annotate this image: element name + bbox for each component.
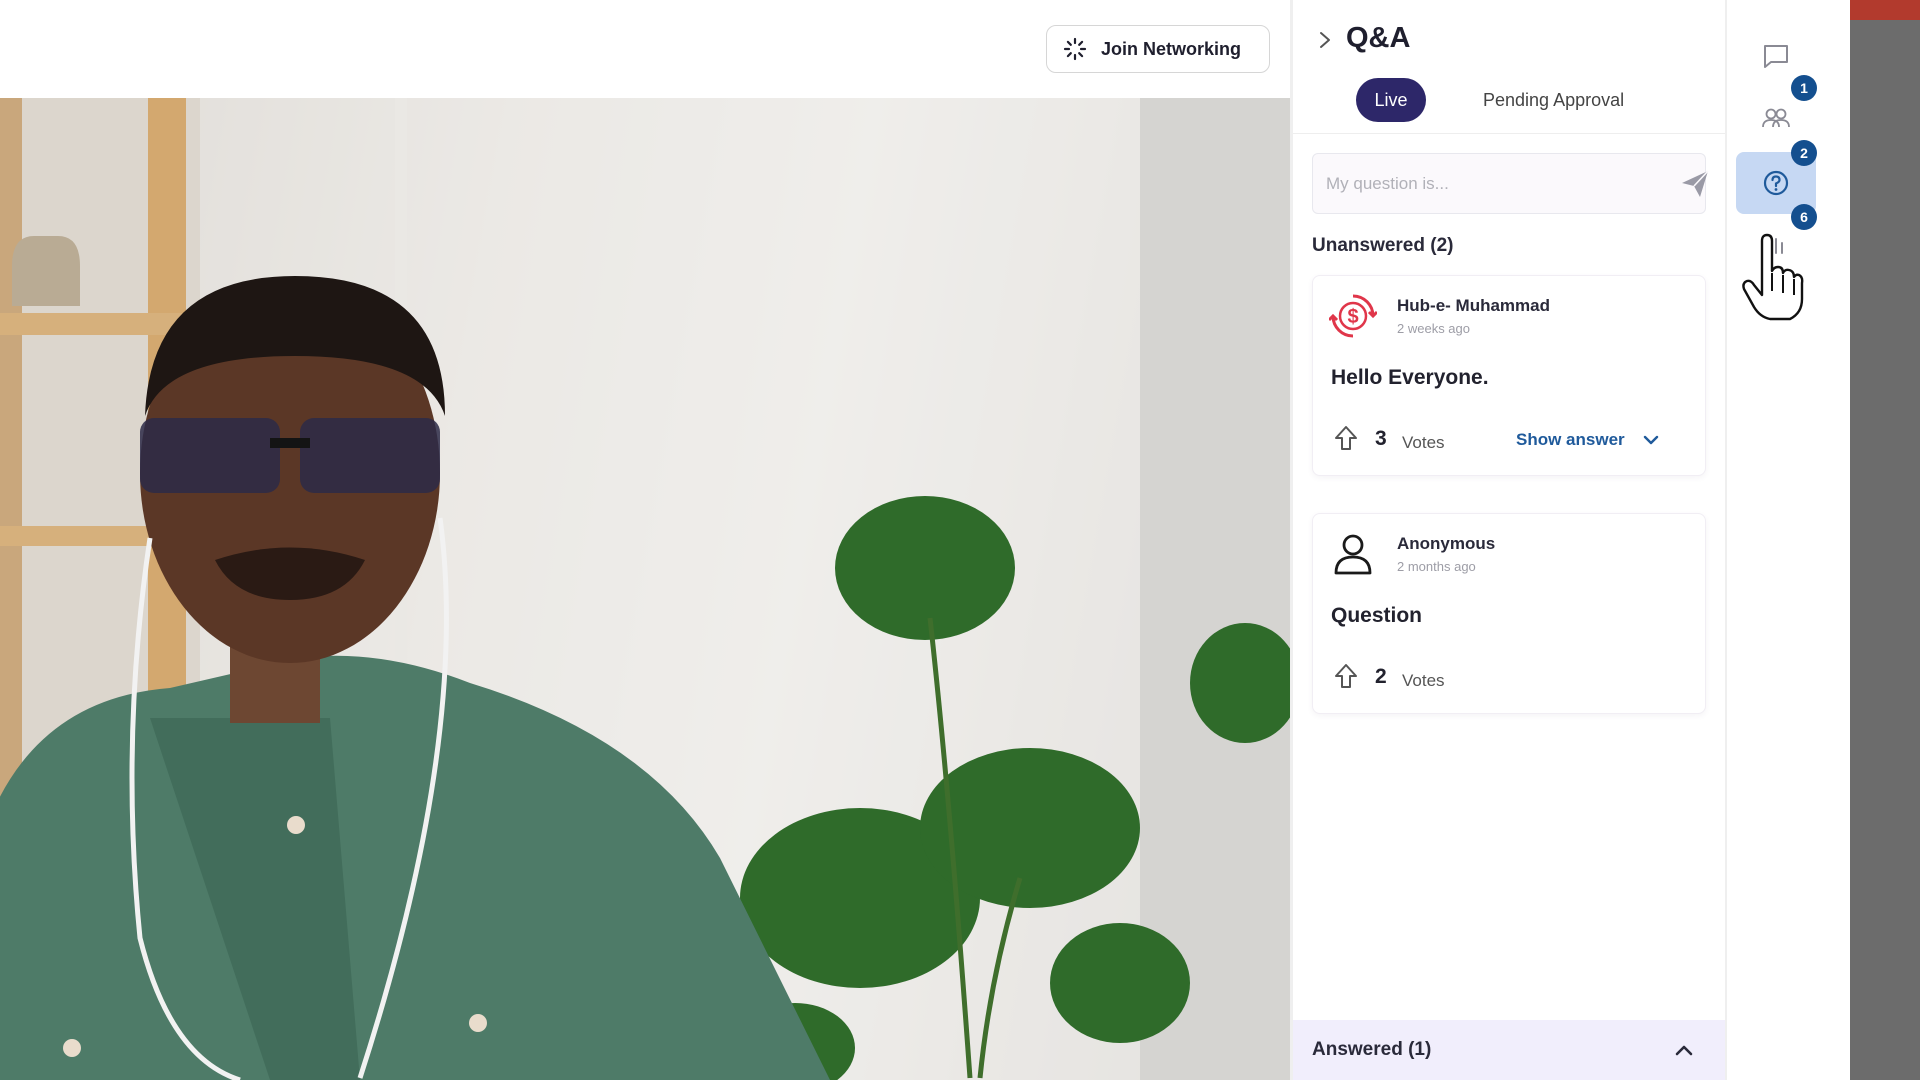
vote-count: 3 xyxy=(1375,427,1387,450)
send-icon[interactable] xyxy=(1679,168,1711,200)
tab-pending-approval[interactable]: Pending Approval xyxy=(1483,78,1624,122)
upvote-icon[interactable] xyxy=(1333,662,1359,690)
speaker-video-image xyxy=(0,98,1290,1080)
question-card: Anonymous 2 months ago Question 2 Votes xyxy=(1312,513,1706,714)
chevron-up-icon xyxy=(1675,1045,1693,1056)
votes-label: Votes xyxy=(1402,433,1445,452)
right-sidebar: 1 2 6 xyxy=(1727,0,1850,1080)
chevron-right-icon[interactable] xyxy=(1315,28,1335,52)
qa-panel: Q&A Live Pending Approval Unanswered (2)… xyxy=(1293,0,1725,1080)
show-answer-label: Show answer xyxy=(1516,430,1625,449)
loading-spinner-icon xyxy=(1063,37,1087,61)
question-text: Hello Everyone. xyxy=(1331,366,1489,389)
question-icon xyxy=(1763,170,1789,196)
poll-icon xyxy=(1769,238,1783,254)
qa-title: Q&A xyxy=(1346,22,1411,54)
people-icon xyxy=(1762,108,1790,128)
question-text: Question xyxy=(1331,604,1423,627)
chat-icon xyxy=(1764,45,1788,68)
question-input[interactable] xyxy=(1313,154,1653,213)
show-answer-button[interactable]: Show answer xyxy=(1516,430,1659,450)
chevron-down-icon xyxy=(1643,435,1658,445)
tab-live[interactable]: Live xyxy=(1356,78,1426,122)
vote-count: 2 xyxy=(1375,665,1387,688)
join-networking-label: Join Networking xyxy=(1101,38,1242,59)
background-window-edge xyxy=(1850,0,1920,1080)
user-icon xyxy=(1334,534,1372,575)
votes-label: Votes xyxy=(1402,671,1445,690)
answered-heading: Answered (1) xyxy=(1312,1039,1432,1060)
top-bar: Join Networking xyxy=(0,0,1290,98)
video-stream[interactable] xyxy=(0,98,1290,1080)
sidebar-item-polls[interactable]: 6 xyxy=(1736,204,1817,278)
answered-section-toggle[interactable]: Answered (1) xyxy=(1293,1020,1725,1080)
question-time: 2 weeks ago xyxy=(1397,321,1470,336)
unanswered-heading: Unanswered (2) xyxy=(1312,235,1454,256)
question-input-container xyxy=(1312,153,1709,214)
question-card: $ Hub-e- Muhammad 2 weeks ago Hello Ever… xyxy=(1312,275,1706,476)
polls-badge: 6 xyxy=(1791,204,1817,230)
people-badge: 1 xyxy=(1791,75,1817,101)
upvote-icon[interactable] xyxy=(1333,424,1359,452)
qa-header: Q&A Live Pending Approval xyxy=(1293,0,1725,134)
dollar-sync-icon: $ xyxy=(1329,294,1377,338)
qa-badge: 2 xyxy=(1791,140,1817,166)
question-time: 2 months ago xyxy=(1397,559,1476,574)
svg-text:$: $ xyxy=(1347,306,1358,328)
question-author: Hub-e- Muhammad xyxy=(1397,296,1550,315)
question-author: Anonymous xyxy=(1397,534,1496,553)
join-networking-button[interactable]: Join Networking xyxy=(1046,25,1270,73)
background-window-edge-accent xyxy=(1850,0,1920,20)
